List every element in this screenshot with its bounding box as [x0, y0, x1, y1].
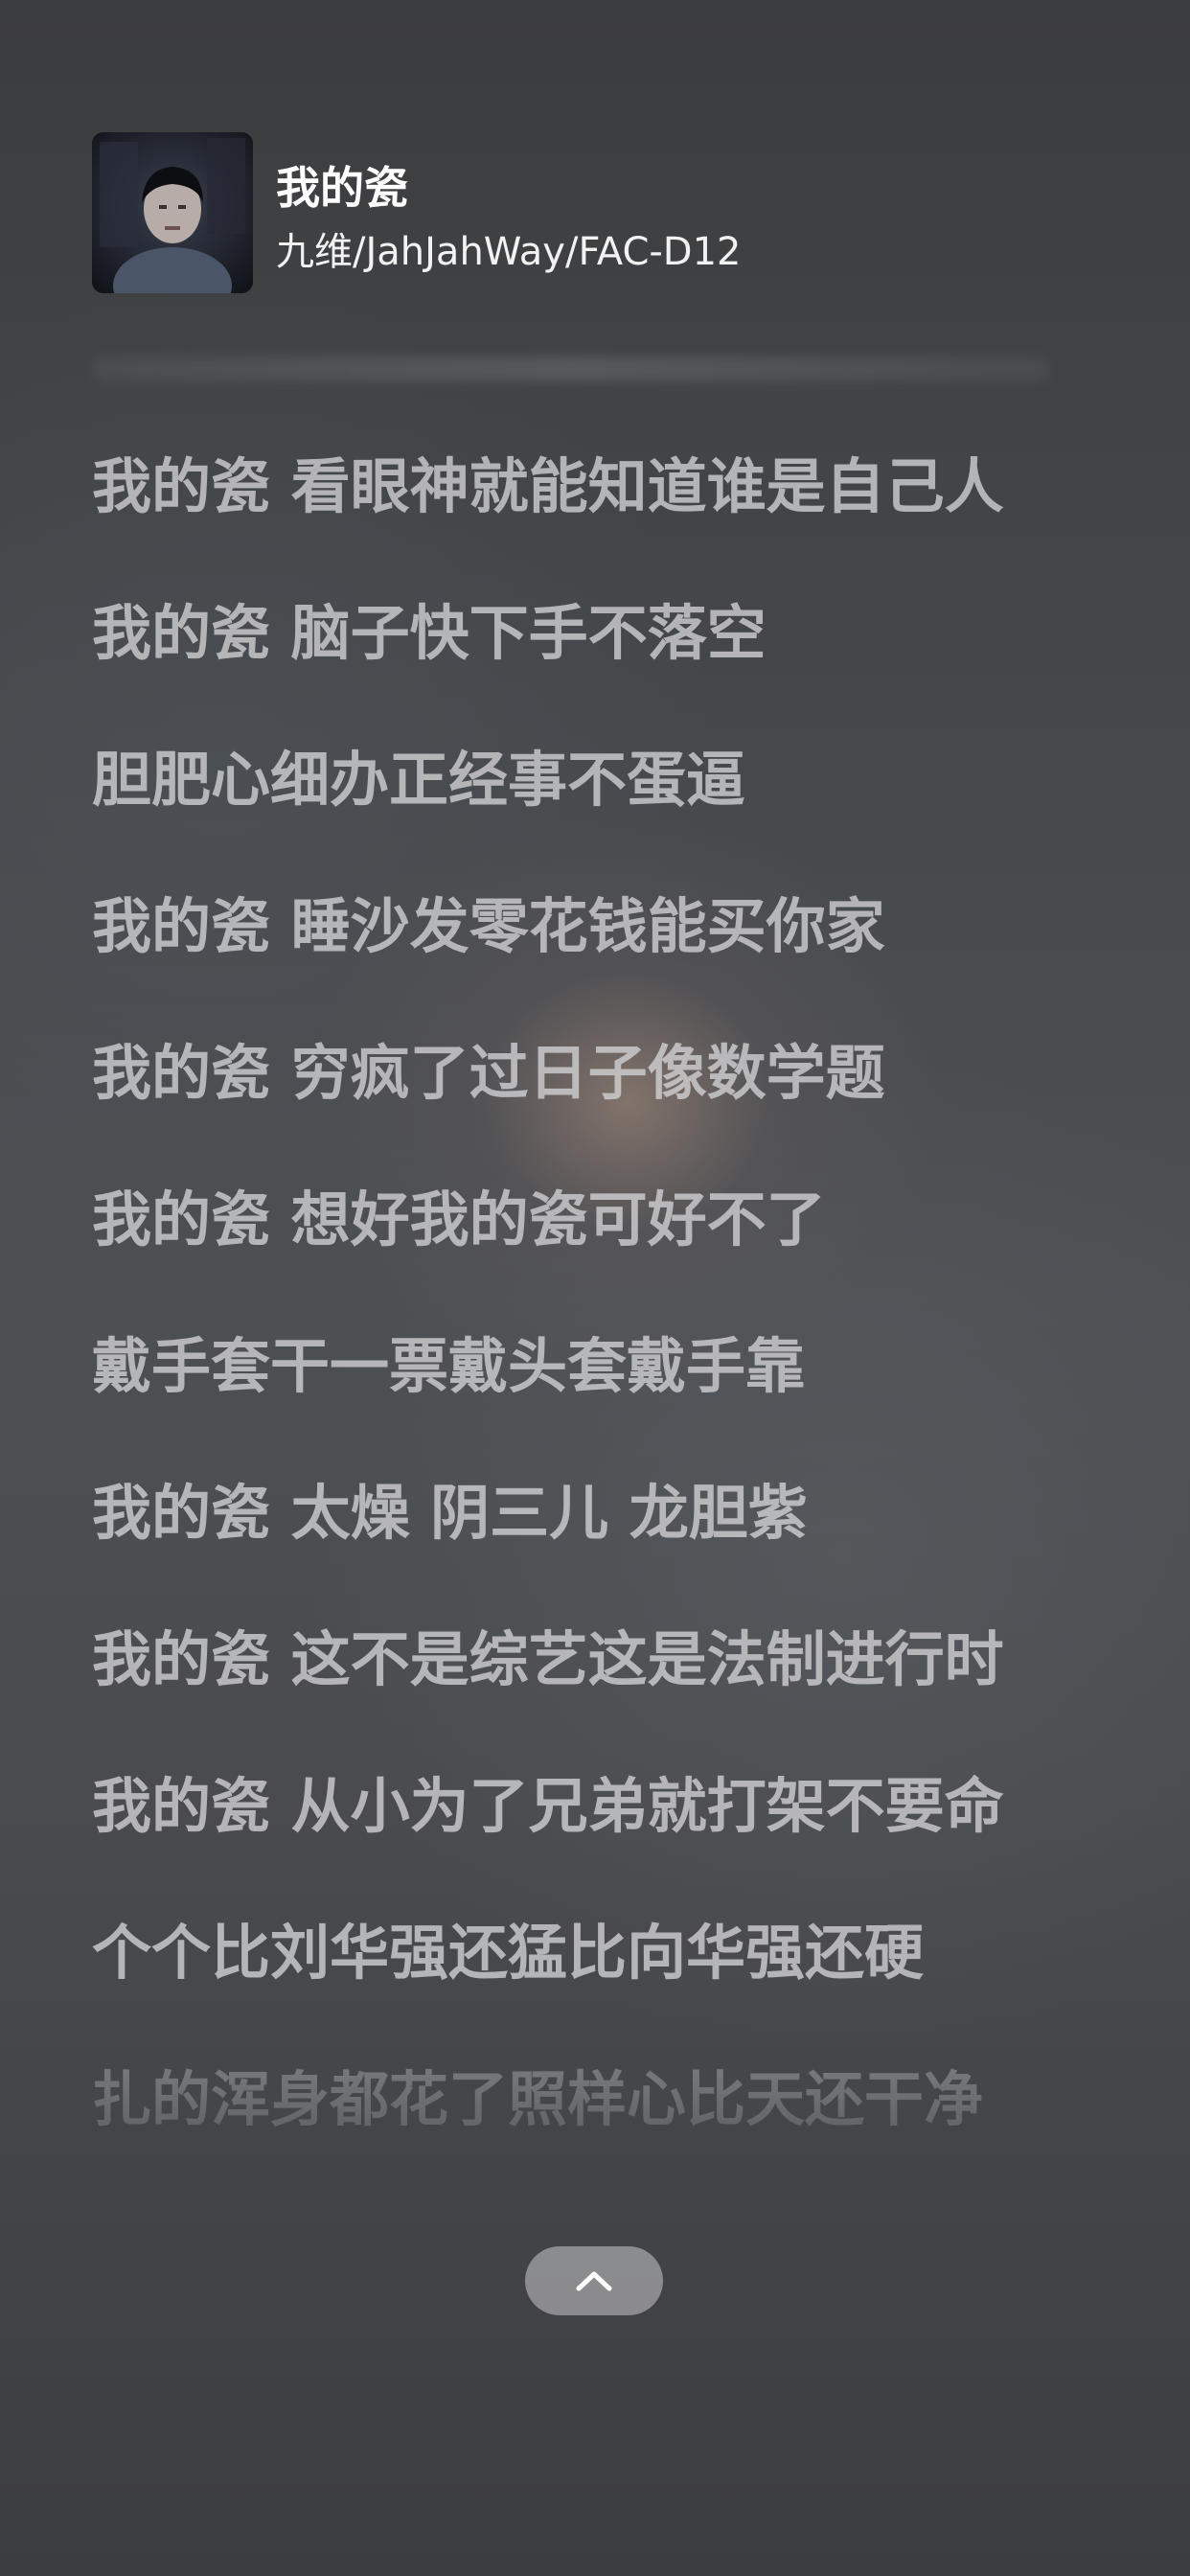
now-playing-header: 我的瓷 九维/JahJahWay/FAC-D12 — [92, 132, 1098, 293]
lyric-line[interactable]: 我的瓷 想好我的瓷可好不了 — [92, 1174, 1127, 1321]
lyric-line[interactable]: 我的瓷 穷疯了过日子像数学题 — [92, 1027, 1127, 1174]
lyric-line[interactable]: 我的瓷 睡沙发零花钱能买你家 — [92, 881, 1127, 1027]
lyric-line[interactable]: 胆肥心细办正经事不蛋逼 — [92, 734, 1127, 881]
lyrics-list[interactable]: 我的瓷 看眼神就能知道谁是自己人 我的瓷 脑子快下手不落空 胆肥心细办正经事不蛋… — [92, 441, 1127, 2200]
chevron-up-icon — [576, 2271, 612, 2291]
album-artwork-image — [92, 132, 253, 293]
collapse-lyrics-button[interactable] — [525, 2246, 663, 2315]
song-artist: 九维/JahJahWay/FAC-D12 — [276, 230, 742, 274]
lyric-line[interactable]: 我的瓷 这不是综艺这是法制进行时 — [92, 1614, 1127, 1760]
lyric-line[interactable]: 我的瓷 从小为了兄弟就打架不要命 — [92, 1760, 1127, 1907]
lyric-line[interactable]: 个个比刘华强还猛比向华强还硬 — [92, 1907, 1127, 2054]
lyric-line[interactable]: 我的瓷 太燥 阴三儿 龙胆紫 — [92, 1467, 1127, 1614]
lyric-line[interactable]: 扎的浑身都花了照样心比天还干净 — [92, 2054, 1127, 2200]
lyric-line[interactable]: 戴手套干一票戴头套戴手靠 — [92, 1321, 1127, 1467]
song-title: 我的瓷 — [276, 162, 408, 214]
album-artwork[interactable] — [92, 132, 253, 293]
lyric-line[interactable]: 我的瓷 看眼神就能知道谁是自己人 — [92, 441, 1127, 587]
scrolled-lyric-fade — [92, 356, 1050, 381]
lyric-line[interactable]: 我的瓷 脑子快下手不落空 — [92, 587, 1127, 734]
